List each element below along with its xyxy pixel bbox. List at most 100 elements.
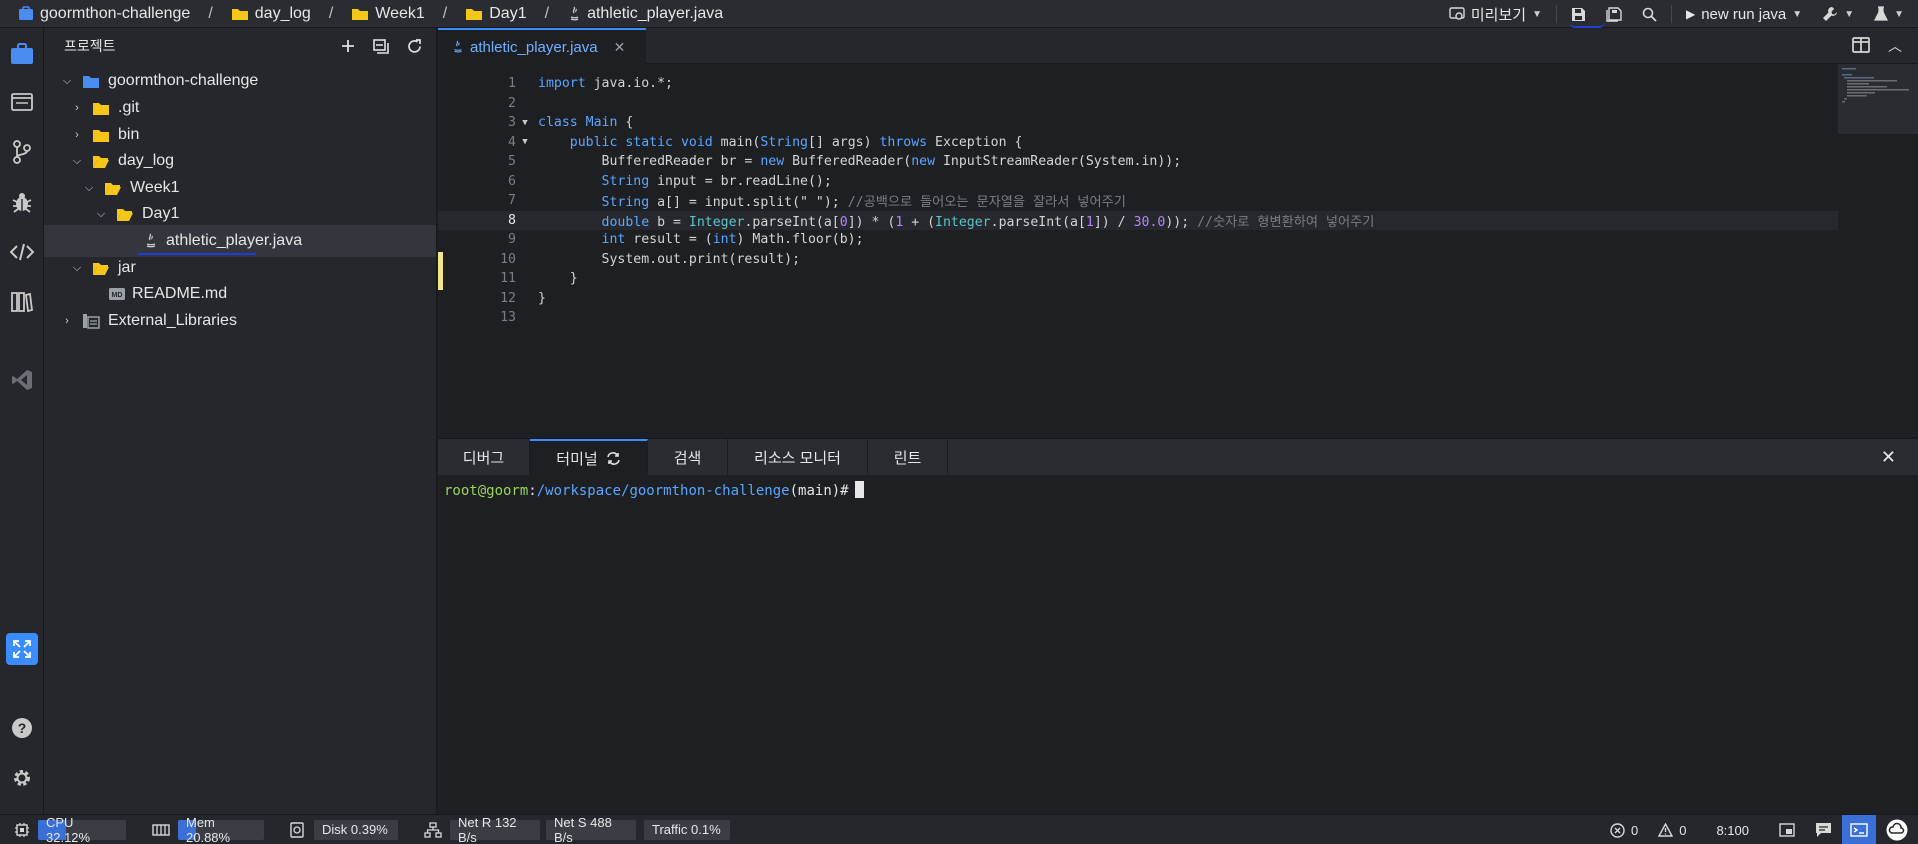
editor-tab-athletic-player[interactable]: athletic_player.java ✕ bbox=[438, 28, 646, 64]
split-editor-button[interactable] bbox=[1852, 37, 1870, 58]
code-line: 10 System.out.print(result); bbox=[438, 250, 1838, 270]
line-source: System.out.print(result); bbox=[538, 251, 801, 267]
error-count: 0 bbox=[1630, 822, 1639, 838]
close-panel-button[interactable]: ✕ bbox=[1881, 439, 1896, 475]
library-button[interactable] bbox=[6, 286, 38, 318]
refresh-icon[interactable] bbox=[606, 451, 621, 465]
traffic-label: Traffic 0.1% bbox=[652, 822, 721, 837]
tab-search[interactable]: 검색 bbox=[648, 439, 728, 475]
terminal-toggle-button[interactable] bbox=[1842, 815, 1876, 844]
folder-icon bbox=[93, 129, 109, 142]
folder-open-icon bbox=[117, 208, 133, 221]
add-icon[interactable] bbox=[341, 39, 355, 53]
breadcrumb-label: Week1 bbox=[375, 4, 425, 22]
layout-button[interactable] bbox=[1769, 815, 1805, 844]
breadcrumb: goormthon-challenge / day_log / Week1 / … bbox=[0, 0, 727, 28]
project-explorer-button[interactable] bbox=[6, 38, 38, 70]
cpu-status[interactable]: CPU 32.12% bbox=[0, 815, 126, 844]
cpu-label: CPU 32.12% bbox=[46, 814, 91, 844]
minimap[interactable] bbox=[1838, 64, 1918, 134]
tree-item-label: External_Libraries bbox=[108, 312, 237, 329]
breadcrumb-label: Day1 bbox=[489, 4, 527, 22]
breadcrumb-item-day1[interactable]: Day1 bbox=[461, 5, 530, 23]
refresh-icon[interactable] bbox=[407, 38, 422, 54]
tab-lint[interactable]: 린트 bbox=[868, 439, 948, 475]
folder-open-icon bbox=[105, 182, 121, 195]
settings-button[interactable] bbox=[6, 762, 38, 794]
code-editor[interactable]: 1 import java.io.*; 2 3 ▼ class Main { 4… bbox=[438, 64, 1838, 438]
cpu-meter: CPU 32.12% bbox=[38, 815, 126, 844]
bottom-panel: 디버그 터미널 검색 리소스 모니터 린트 ✕ root@goorm:/work… bbox=[438, 438, 1918, 814]
line-source: public static void main(String[] args) t… bbox=[569, 134, 1023, 150]
chat-icon bbox=[1816, 823, 1831, 837]
outline-button[interactable] bbox=[6, 86, 38, 118]
code-line: 7 String a[] = input.split(" "); //공백으로 … bbox=[438, 191, 1838, 211]
folder-icon bbox=[466, 8, 483, 20]
breadcrumb-item-file[interactable]: athletic_player.java bbox=[563, 5, 727, 23]
breadcrumb-item-project[interactable]: goormthon-challenge bbox=[0, 5, 194, 23]
top-bar: goormthon-challenge / day_log / Week1 / … bbox=[0, 0, 1918, 28]
terminal-prompt-separator: : bbox=[528, 483, 537, 499]
line-source bbox=[532, 310, 546, 325]
line-source: import java.io.*; bbox=[538, 76, 673, 92]
errors-status[interactable]: 0 bbox=[1600, 815, 1648, 844]
net-recv-meter: Net R 132 B/s bbox=[450, 815, 540, 844]
code-button[interactable] bbox=[6, 236, 38, 268]
breadcrumb-item-week1[interactable]: Week1 bbox=[347, 5, 429, 23]
preview-dropdown[interactable]: 미리보기 ▼ bbox=[1439, 0, 1552, 28]
build-tools-dropdown[interactable]: ▼ bbox=[1812, 0, 1864, 28]
tab-terminal[interactable]: 터미널 bbox=[530, 439, 648, 475]
collapse-editor-button[interactable]: ︿ bbox=[1888, 36, 1902, 56]
run-dropdown[interactable]: ▶ new run java ▼ bbox=[1676, 0, 1812, 28]
help-icon: ? bbox=[12, 718, 32, 738]
collapse-all-icon[interactable] bbox=[373, 38, 389, 54]
fold-toggle-icon[interactable]: ▼ bbox=[518, 118, 532, 128]
code-line: 13 bbox=[438, 308, 1838, 328]
close-icon: ✕ bbox=[1880, 446, 1896, 467]
line-source: int result = (int) Math.floor(b); bbox=[601, 232, 864, 248]
memory-label: Mem 20.88% bbox=[186, 814, 231, 844]
save-button[interactable] bbox=[1561, 0, 1605, 28]
line-source: String input = br.readLine(); bbox=[601, 173, 832, 189]
source-control-button[interactable] bbox=[6, 136, 38, 168]
terminal[interactable]: root@goorm:/workspace/goormthon-challeng… bbox=[438, 475, 1918, 505]
tab-resource-monitor[interactable]: 리소스 모니터 bbox=[728, 439, 868, 475]
memory-meter: Mem 20.88% bbox=[178, 815, 264, 844]
expand-icon bbox=[13, 640, 31, 658]
java-file-icon bbox=[454, 40, 462, 53]
fold-toggle-icon[interactable]: ▼ bbox=[518, 137, 532, 147]
network-status[interactable]: Net R 132 B/s Net S 488 B/s Traffic 0.1% bbox=[398, 815, 730, 844]
cursor-position[interactable]: 8:100 bbox=[1696, 815, 1769, 844]
project-sidebar: 프로젝트 ⌵ goormthon-challenge › .git › bin … bbox=[44, 28, 437, 814]
line-source: String a[] = input.split(" "); //공백으로 들어… bbox=[601, 195, 1126, 211]
toolbar-divider bbox=[1670, 5, 1672, 23]
chevron-down-icon: ⌵ bbox=[62, 74, 72, 87]
play-icon: ▶ bbox=[1685, 7, 1696, 21]
warnings-status[interactable]: 0 bbox=[1648, 815, 1696, 844]
chevron-down-icon: ⌵ bbox=[96, 207, 106, 220]
fullscreen-button[interactable] bbox=[6, 633, 38, 665]
close-icon[interactable]: ✕ bbox=[614, 39, 626, 56]
breadcrumb-item-day-log[interactable]: day_log bbox=[227, 5, 315, 23]
search-button[interactable] bbox=[1632, 0, 1667, 28]
test-dropdown[interactable]: ▼ bbox=[1864, 0, 1918, 28]
memory-status[interactable]: Mem 20.88% bbox=[126, 815, 264, 844]
help-button[interactable]: ? bbox=[6, 712, 38, 744]
top-toolbar: 미리보기 ▼ ▶ new run java ▼ ▼ ▼ bbox=[1439, 0, 1918, 28]
disk-status[interactable]: Disk 0.39% bbox=[264, 815, 398, 844]
vscode-button[interactable] bbox=[6, 364, 38, 396]
tree-item-label: bin bbox=[118, 126, 140, 143]
cloud-button[interactable] bbox=[1876, 815, 1918, 844]
chat-button[interactable] bbox=[1805, 815, 1842, 844]
run-label: new run java bbox=[1701, 5, 1787, 23]
tree-item-external-libraries[interactable]: › External_Libraries bbox=[44, 305, 436, 337]
editor-tab-bar: athletic_player.java ✕ ︿ bbox=[438, 28, 1918, 64]
svg-text:MD: MD bbox=[112, 292, 123, 299]
window-icon bbox=[11, 93, 33, 111]
code-line-current: 8 double b = Integer.parseInt(a[0]) * (1… bbox=[438, 210, 1838, 230]
save-all-icon bbox=[1606, 6, 1622, 22]
debug-button[interactable] bbox=[6, 186, 38, 218]
tab-debug[interactable]: 디버그 bbox=[438, 439, 530, 475]
library-icon bbox=[83, 314, 100, 329]
chevron-down-icon: ▼ bbox=[1532, 8, 1542, 20]
